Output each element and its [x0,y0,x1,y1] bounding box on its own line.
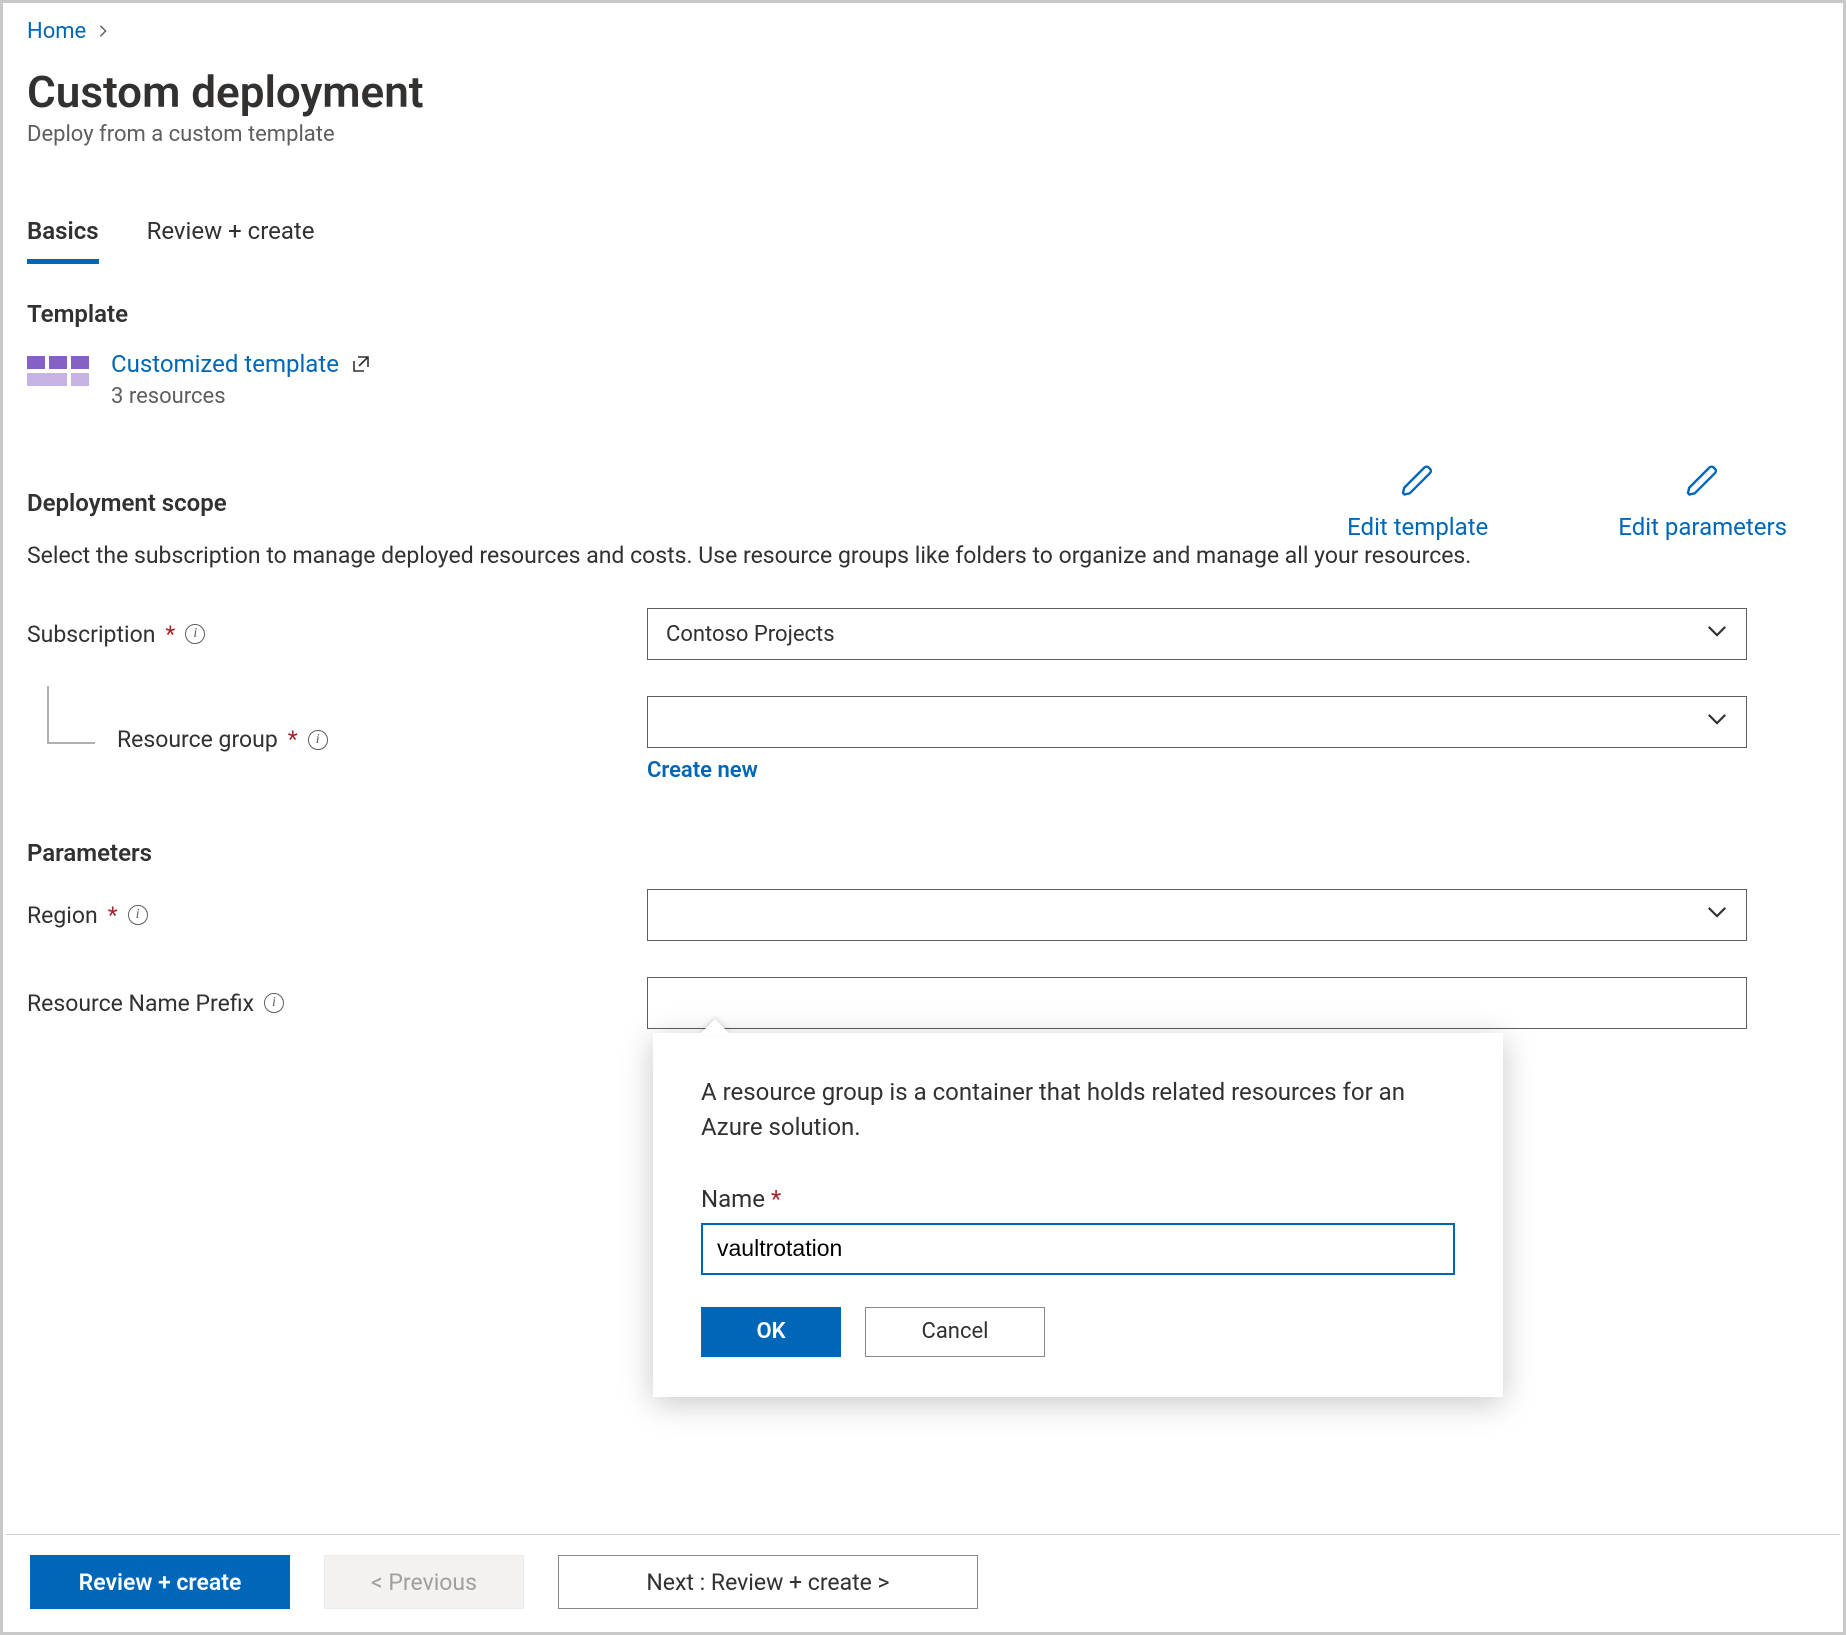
breadcrumb: Home [27,19,1819,44]
chevron-down-icon [1706,708,1728,736]
subscription-value: Contoso Projects [666,622,835,647]
edit-parameters-button[interactable]: Edit parameters [1618,463,1787,541]
chevron-right-icon [96,19,110,44]
popup-description: A resource group is a container that hol… [701,1075,1455,1145]
page-title: Custom deployment [27,66,1819,118]
row-resource-name-prefix: Resource Name Prefix i [27,977,1819,1029]
info-icon[interactable]: i [308,730,328,750]
breadcrumb-home-link[interactable]: Home [27,19,86,44]
subscription-select[interactable]: Contoso Projects [647,608,1747,660]
section-parameters-heading: Parameters [27,839,1819,867]
tab-review-create[interactable]: Review + create [147,217,315,264]
template-icon [27,356,89,386]
footer-bar: Review + create < Previous Next : Review… [6,1534,1840,1629]
create-new-link[interactable]: Create new [647,758,758,783]
customized-template-link[interactable]: Customized template [111,350,339,378]
popup-arrow-icon [699,1019,731,1035]
page-subtitle: Deploy from a custom template [27,122,1819,147]
info-icon[interactable]: i [185,624,205,644]
resource-group-select[interactable] [647,696,1747,748]
tab-basics[interactable]: Basics [27,217,99,264]
review-create-button[interactable]: Review + create [30,1555,290,1609]
edit-parameters-label: Edit parameters [1618,513,1787,541]
resource-name-prefix-label: Resource Name Prefix [27,990,254,1017]
next-button[interactable]: Next : Review + create > [558,1555,978,1609]
region-label: Region [27,902,98,929]
info-icon[interactable]: i [264,993,284,1013]
tree-elbow-icon [47,686,95,744]
info-icon[interactable]: i [128,905,148,925]
chevron-down-icon [1706,901,1728,929]
create-resource-group-popup: A resource group is a container that hol… [653,1033,1503,1397]
external-link-icon [351,352,371,380]
row-resource-group: Resource group * i Create new [27,696,1819,783]
template-row: Customized template 3 resources [27,350,1819,409]
tab-bar: Basics Review + create [27,217,1819,264]
required-asterisk: * [165,621,175,648]
row-region: Region * i [27,889,1819,941]
row-subscription: Subscription * i Contoso Projects [27,608,1819,660]
required-asterisk: * [771,1185,781,1213]
required-asterisk: * [288,726,298,753]
section-template-heading: Template [27,300,1819,328]
required-asterisk: * [108,902,118,929]
chevron-down-icon [1706,620,1728,648]
region-select[interactable] [647,889,1747,941]
cancel-button[interactable]: Cancel [865,1307,1045,1357]
pencil-icon [1685,463,1721,505]
popup-name-label: Name [701,1185,765,1213]
template-resource-count: 3 resources [111,384,371,409]
resource-name-prefix-field[interactable] [666,989,1728,1017]
ok-button[interactable]: OK [701,1307,841,1357]
page-frame: Home Custom deployment Deploy from a cus… [0,0,1846,1635]
resource-name-prefix-input[interactable] [647,977,1747,1029]
resource-group-label: Resource group [117,726,278,753]
edit-template-button[interactable]: Edit template [1347,463,1488,541]
subscription-label: Subscription [27,621,155,648]
pencil-icon [1400,463,1436,505]
edit-template-label: Edit template [1347,513,1488,541]
popup-name-input[interactable] [701,1223,1455,1275]
scope-description: Select the subscription to manage deploy… [27,539,1647,572]
previous-button: < Previous [324,1555,524,1609]
edit-actions: Edit template Edit parameters [1347,463,1787,541]
